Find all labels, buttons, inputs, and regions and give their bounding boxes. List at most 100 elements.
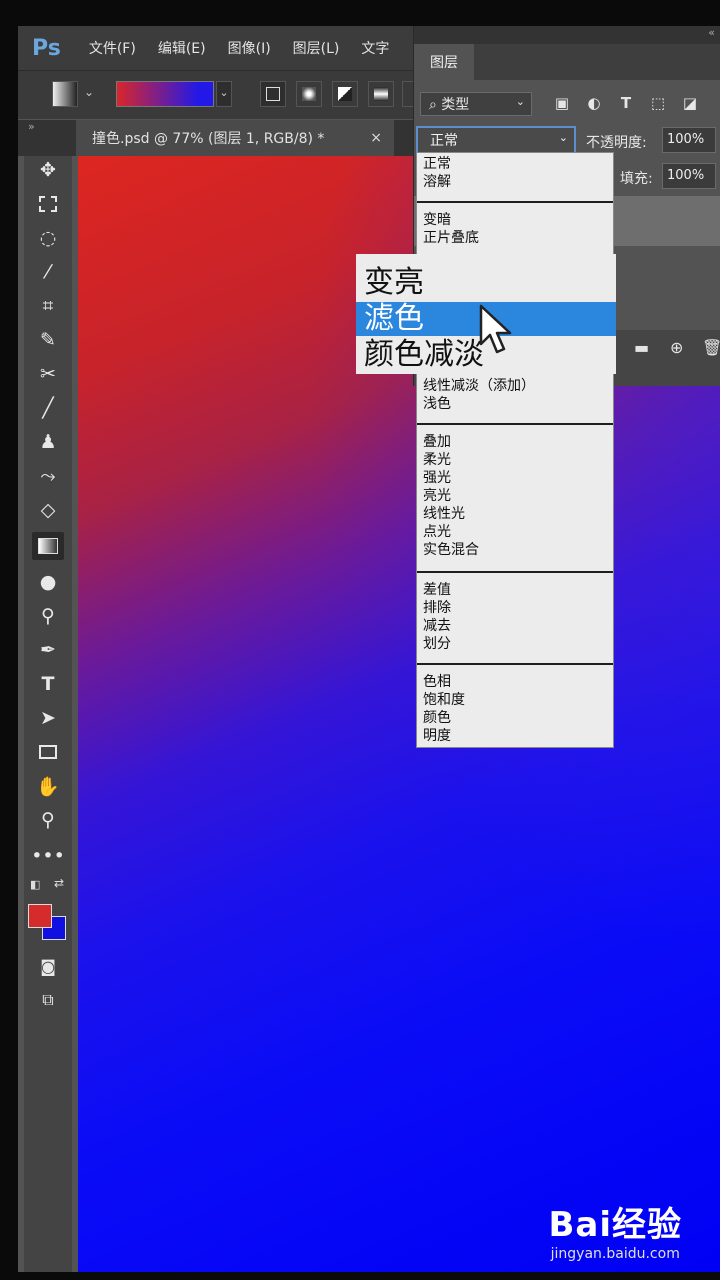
blend-mode-dropdown[interactable]: 正常 溶解 变暗 正片叠底 线性减淡（添加） 浅色 叠加 柔光 强光 亮光 线性… <box>416 152 614 748</box>
path-selection-icon[interactable]: ➤ <box>32 704 64 732</box>
panel-tab-row <box>474 44 720 80</box>
tab-layers[interactable]: 图层 <box>414 44 474 80</box>
gradient-tool-preset-icon[interactable] <box>52 81 78 107</box>
blend-option[interactable]: 划分 <box>423 635 451 653</box>
blend-mode-select[interactable]: 正常 ⌄ <box>416 126 576 154</box>
watermark-brand: Bai经验 <box>548 1205 682 1245</box>
magic-wand-icon[interactable]: ⁄ <box>32 258 64 286</box>
blend-option[interactable]: 颜色 <box>423 709 451 727</box>
blend-option[interactable]: 排除 <box>423 599 451 617</box>
move-tool-icon[interactable]: ✥ <box>32 156 64 184</box>
panel-expand-icon[interactable]: « <box>708 26 715 39</box>
divider <box>417 423 613 425</box>
new-group-icon[interactable]: ▬ <box>634 338 649 357</box>
angle-gradient-icon[interactable] <box>332 81 358 107</box>
document-tab[interactable]: 撞色.psd @ 77% (图层 1, RGB/8) * × <box>76 120 394 156</box>
zoom-option[interactable]: 颜色减淡 <box>364 338 484 372</box>
type-filter-icon[interactable]: T <box>616 94 636 112</box>
divider <box>417 571 613 573</box>
shape-filter-icon[interactable]: ⬚ <box>648 94 668 112</box>
panel-top-strip: « <box>414 26 720 44</box>
rectangle-tool-icon[interactable] <box>32 738 64 766</box>
history-brush-icon[interactable]: ⤳ <box>32 462 64 490</box>
eraser-tool-icon[interactable]: ◇ <box>32 496 64 524</box>
zoom-tool-icon[interactable]: ⚲ <box>32 806 64 834</box>
menu-layer[interactable]: 图层(L) <box>293 38 340 58</box>
eyedropper-icon[interactable]: ✎ <box>32 326 64 354</box>
blend-option[interactable]: 饱和度 <box>423 691 465 709</box>
panel-collapse-icon[interactable]: » <box>28 120 35 133</box>
more-tools-icon[interactable]: ••• <box>31 842 65 870</box>
menu-type[interactable]: 文字 <box>361 38 389 58</box>
blend-option[interactable]: 叠加 <box>423 433 451 451</box>
pixel-filter-icon[interactable]: ▣ <box>552 94 572 112</box>
blend-option[interactable]: 色相 <box>423 673 451 691</box>
chevron-down-icon[interactable]: ⌄ <box>84 85 94 99</box>
blend-option[interactable]: 亮光 <box>423 487 451 505</box>
adjustment-filter-icon[interactable]: ◐ <box>584 94 604 112</box>
blend-option[interactable]: 正常 <box>423 155 451 173</box>
opacity-label: 不透明度: <box>586 135 647 151</box>
close-icon[interactable]: × <box>370 130 382 146</box>
default-colors-icon[interactable]: ◧ <box>30 878 40 891</box>
opacity-field[interactable]: 100% <box>662 127 716 153</box>
clone-stamp-icon[interactable]: ♟ <box>32 428 64 456</box>
linear-gradient-icon[interactable] <box>260 81 286 107</box>
blend-option[interactable]: 线性减淡（添加） <box>423 377 535 395</box>
ps-logo: Ps <box>32 35 61 61</box>
reflected-gradient-icon[interactable] <box>368 81 394 107</box>
dodge-tool-icon[interactable]: ⚲ <box>32 602 64 630</box>
blend-option[interactable]: 柔光 <box>423 451 451 469</box>
swap-colors-icon[interactable]: ⇄ <box>54 876 64 890</box>
blend-option[interactable]: 差值 <box>423 581 451 599</box>
menu-edit[interactable]: 编辑(E) <box>158 38 206 58</box>
blend-option[interactable]: 实色混合 <box>423 541 479 559</box>
blend-option[interactable]: 溶解 <box>423 173 451 191</box>
gradient-picker[interactable] <box>116 81 214 107</box>
divider <box>417 201 613 203</box>
crop-tool-icon[interactable]: ⌗ <box>32 292 64 320</box>
menu-image[interactable]: 图像(I) <box>228 38 271 58</box>
type-tool-icon[interactable]: T <box>32 670 64 698</box>
blend-option[interactable]: 浅色 <box>423 395 451 413</box>
document-tab-title: 撞色.psd @ 77% (图层 1, RGB/8) * <box>92 131 325 147</box>
toolbox: ✥ ◌ ⁄ ⌗ ✎ ✂ ╱ ♟ ⤳ ◇ ● ⚲ ✒ T ➤ ✋ ⚲ ••• ◧ … <box>24 156 72 1272</box>
brush-tool-icon[interactable]: ╱ <box>32 394 64 422</box>
zoom-option[interactable]: 变亮 <box>364 266 424 300</box>
blend-option[interactable]: 强光 <box>423 469 451 487</box>
gradient-dropdown-icon[interactable]: ⌄ <box>216 81 232 107</box>
blend-mode-value: 正常 <box>430 133 458 149</box>
chevron-down-icon: ⌄ <box>515 95 525 108</box>
smart-object-filter-icon[interactable]: ◪ <box>680 94 700 112</box>
blend-option[interactable]: 减去 <box>423 617 451 635</box>
blend-option[interactable]: 变暗 <box>423 211 451 229</box>
watermark-url: jingyan.baidu.com <box>550 1246 680 1262</box>
delete-layer-icon[interactable]: 🗑 <box>702 338 720 357</box>
photoshop-window: Ps 文件(F) 编辑(E) 图像(I) 图层(L) 文字 ⌄ ⌄ » 撞色.p… <box>18 26 720 1272</box>
kind-filter-select[interactable]: ⌕ 类型 ⌄ <box>420 92 532 116</box>
blend-option[interactable]: 点光 <box>423 523 451 541</box>
foreground-color-swatch[interactable] <box>28 904 52 928</box>
lasso-tool-icon[interactable]: ◌ <box>32 224 64 252</box>
mouse-pointer-icon <box>479 304 512 354</box>
kind-filter-label: ⌕ 类型 <box>429 97 470 113</box>
menu-file[interactable]: 文件(F) <box>89 38 136 58</box>
pen-tool-icon[interactable]: ✒ <box>32 636 64 664</box>
blend-option[interactable]: 正片叠底 <box>423 229 479 247</box>
healing-brush-icon[interactable]: ✂ <box>32 360 64 388</box>
screen-mode-icon[interactable]: ⧉ <box>32 986 64 1014</box>
chevron-down-icon: ⌄ <box>558 131 568 144</box>
gradient-tool-icon[interactable] <box>32 532 64 560</box>
blend-option[interactable]: 线性光 <box>423 505 465 523</box>
divider <box>417 663 613 665</box>
marquee-tool-icon[interactable] <box>32 190 64 218</box>
new-layer-icon[interactable]: ⊕ <box>670 338 683 357</box>
blur-tool-icon[interactable]: ● <box>32 568 64 596</box>
quick-mask-icon[interactable]: ◙ <box>32 952 64 980</box>
fill-field[interactable]: 100% <box>662 163 716 189</box>
baidu-watermark: Bai经验 jingyan.baidu.com <box>548 1197 682 1262</box>
zoom-option-selected[interactable]: 滤色 <box>364 302 424 336</box>
hand-tool-icon[interactable]: ✋ <box>32 772 64 800</box>
blend-option[interactable]: 明度 <box>423 727 451 745</box>
radial-gradient-icon[interactable] <box>296 81 322 107</box>
